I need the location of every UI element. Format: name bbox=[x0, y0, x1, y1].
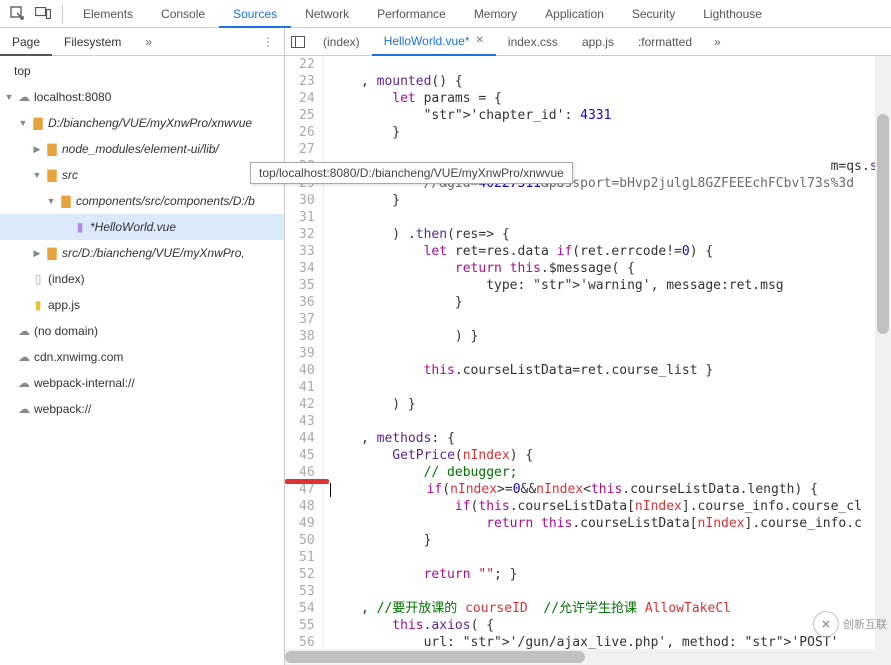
panel-tab-more-icon[interactable]: » bbox=[139, 35, 158, 49]
watermark-badge-icon: ✕ bbox=[813, 611, 839, 637]
tree-cdn[interactable]: ☁cdn.xnwimg.com bbox=[0, 344, 284, 370]
inspect-icon[interactable] bbox=[4, 1, 30, 27]
file-tab-label: (index) bbox=[323, 28, 360, 56]
file-tab-indexcss[interactable]: index.css bbox=[496, 28, 570, 56]
folder-icon: ▇ bbox=[44, 246, 60, 260]
panel-kebab-icon[interactable]: ⋮ bbox=[252, 35, 284, 49]
tree-host[interactable]: ▼☁localhost:8080 bbox=[0, 84, 284, 110]
tab-security[interactable]: Security bbox=[618, 0, 689, 28]
tree-project-folder[interactable]: ▼▇D:/biancheng/VUE/myXnwPro/xnwvue bbox=[0, 110, 284, 136]
cloud-icon: ☁ bbox=[16, 376, 32, 390]
tab-network[interactable]: Network bbox=[291, 0, 363, 28]
file-tab-label: app.js bbox=[582, 28, 614, 56]
file-tab-formatted[interactable]: :formatted bbox=[626, 28, 704, 56]
file-icon: ▮ bbox=[30, 298, 46, 312]
toggle-navigator-icon[interactable] bbox=[285, 29, 311, 55]
tree-src[interactable]: ▼▇src bbox=[0, 162, 284, 188]
tree-nodomain[interactable]: ☁(no domain) bbox=[0, 318, 284, 344]
cloud-icon: ☁ bbox=[16, 90, 32, 104]
tree-top[interactable]: top bbox=[0, 58, 284, 84]
tab-memory[interactable]: Memory bbox=[460, 0, 531, 28]
tab-console[interactable]: Console bbox=[147, 0, 219, 28]
tree-file-appjs[interactable]: ▮app.js bbox=[0, 292, 284, 318]
tab-elements[interactable]: Elements bbox=[69, 0, 147, 28]
file-tab-label: index.css bbox=[508, 28, 558, 56]
cloud-icon: ☁ bbox=[16, 324, 32, 338]
watermark-label: 创新互联 bbox=[843, 616, 887, 632]
code-content[interactable]: , mounted() { let params = { "str">'chap… bbox=[324, 56, 891, 665]
watermark: ✕ 创新互联 bbox=[813, 611, 887, 637]
device-toggle-icon[interactable] bbox=[30, 1, 56, 27]
line-gutter: 2223242526272829303132333435363738394041… bbox=[285, 56, 324, 665]
vertical-scrollbar[interactable] bbox=[875, 56, 891, 665]
scrollbar-thumb[interactable] bbox=[285, 651, 585, 663]
cloud-icon: ☁ bbox=[16, 402, 32, 416]
file-tab-label: HelloWorld.vue* bbox=[384, 27, 470, 55]
tab-sources[interactable]: Sources bbox=[219, 0, 291, 28]
file-tab-helloworld[interactable]: HelloWorld.vue*✕ bbox=[372, 28, 496, 56]
tab-performance[interactable]: Performance bbox=[363, 0, 460, 28]
folder-icon: ▇ bbox=[30, 116, 46, 130]
tree-webpack[interactable]: ☁webpack:// bbox=[0, 396, 284, 422]
tab-lighthouse[interactable]: Lighthouse bbox=[689, 0, 776, 28]
file-tab-appjs[interactable]: app.js bbox=[570, 28, 626, 56]
breakpoint-marker bbox=[285, 479, 329, 484]
path-tooltip: top/localhost:8080/D:/biancheng/VUE/myXn… bbox=[250, 162, 573, 184]
cloud-icon: ☁ bbox=[16, 350, 32, 364]
tree-file-index[interactable]: ▯(index) bbox=[0, 266, 284, 292]
tab-application[interactable]: Application bbox=[531, 0, 618, 28]
close-icon[interactable]: ✕ bbox=[476, 27, 484, 55]
folder-icon: ▇ bbox=[58, 194, 74, 208]
folder-icon: ▇ bbox=[44, 168, 60, 182]
tree-srcD[interactable]: ▶▇src/D:/biancheng/VUE/myXnwPro, bbox=[0, 240, 284, 266]
tree-file-helloworld[interactable]: ▮*HelloWorld.vue bbox=[0, 214, 284, 240]
file-icon: ▯ bbox=[30, 272, 46, 286]
file-tab-index[interactable]: (index) bbox=[311, 28, 372, 56]
tree-node-modules[interactable]: ▶▇node_modules/element-ui/lib/ bbox=[0, 136, 284, 162]
panel-tab-filesystem[interactable]: Filesystem bbox=[52, 28, 133, 56]
file-icon: ▮ bbox=[72, 220, 88, 234]
file-tab-more-icon[interactable]: » bbox=[704, 35, 731, 49]
file-tree: top ▼☁localhost:8080 ▼▇D:/biancheng/VUE/… bbox=[0, 56, 285, 665]
folder-icon: ▇ bbox=[44, 142, 60, 156]
file-tab-label: :formatted bbox=[638, 28, 692, 56]
panel-tab-page[interactable]: Page bbox=[0, 28, 52, 56]
tree-components[interactable]: ▼▇components/src/components/D:/b bbox=[0, 188, 284, 214]
horizontal-scrollbar[interactable] bbox=[285, 649, 891, 665]
code-editor[interactable]: 2223242526272829303132333435363738394041… bbox=[285, 56, 891, 665]
scrollbar-thumb[interactable] bbox=[877, 114, 889, 334]
tree-webpack-internal[interactable]: ☁webpack-internal:// bbox=[0, 370, 284, 396]
